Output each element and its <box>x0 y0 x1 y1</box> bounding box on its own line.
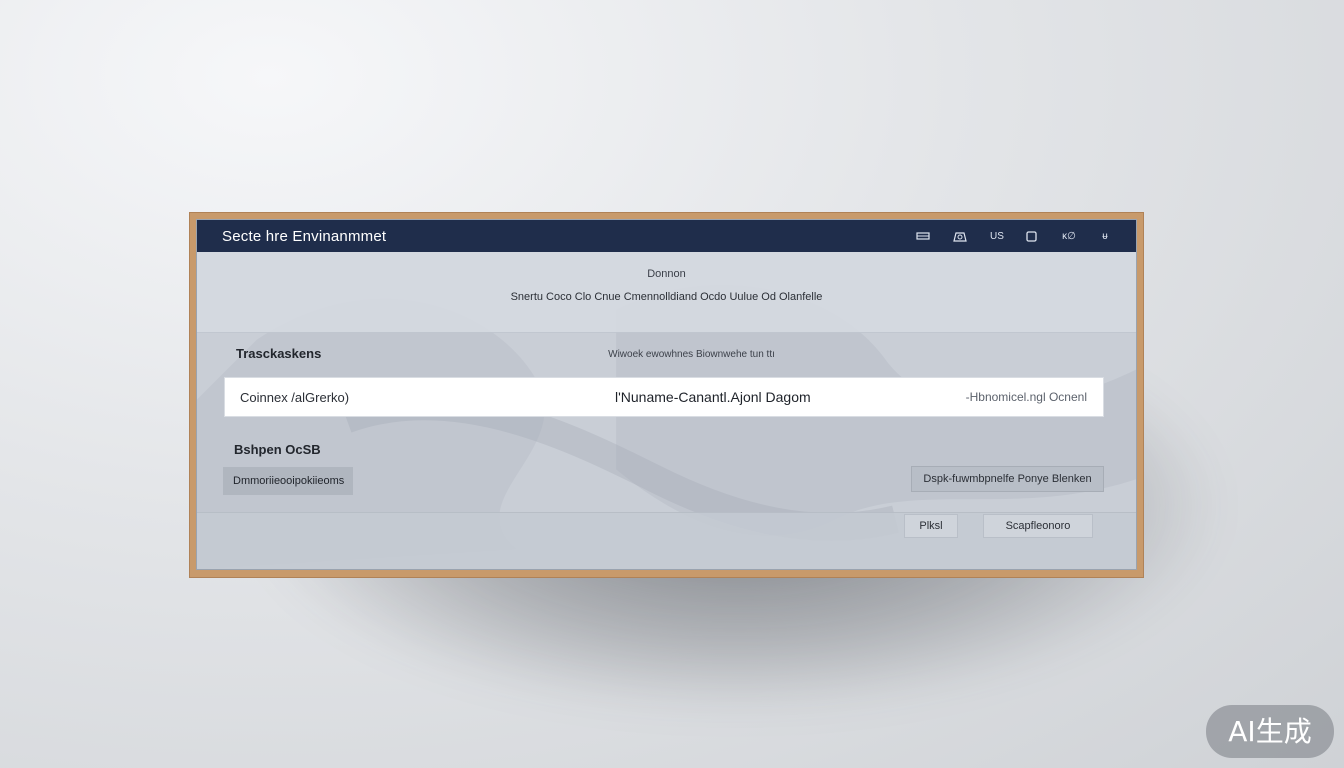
selected-row[interactable]: Coinnex /alGrerko) l'Nuname-Canantl.Ajon… <box>224 377 1104 417</box>
square-icon[interactable] <box>1026 230 1040 242</box>
ok-button[interactable]: Plksl <box>904 514 958 538</box>
cancel-button[interactable]: Scapfleonoro <box>983 514 1093 538</box>
options-field[interactable]: Dmmoriieooipokiieoms <box>223 467 353 495</box>
cloud-icon[interactable] <box>952 231 968 242</box>
window-title: Secte hre Envinanmmet <box>222 227 387 245</box>
close-label[interactable]: ᵾ <box>1098 231 1112 242</box>
options-label: Bshpen OcSB <box>234 442 321 457</box>
options-action-button[interactable]: Dspk-fuwmbpnelfe Ponye Blenken <box>911 466 1104 492</box>
row-right-cell: -Hbnomicel.ngl Ocnenl <box>965 390 1087 404</box>
footer-bar: Plksl Scapfleonoro <box>197 512 1136 569</box>
options-section: Bshpen OcSB Dmmoriieooipokiieoms Dspk-fu… <box>197 417 1136 517</box>
ai-watermark-badge: AI生成 <box>1206 705 1334 758</box>
row-left-cell: Coinnex /alGrerko) <box>240 389 350 405</box>
minimize-icon[interactable] <box>916 231 930 241</box>
header-band: Donnon Snertu Coco Clo Cnue Cmennolldian… <box>197 252 1136 333</box>
header-heading: Donnon <box>647 268 686 280</box>
usb-label[interactable]: US <box>990 231 1004 242</box>
section-description: Wiwoek ewowhnes Biownwehe tun ttı <box>608 349 775 360</box>
dialog-window: Secte hre Envinanmmet US ᴋ∅ ᵾ Donnon Sne… <box>196 219 1137 570</box>
section-row: Trasckaskens Wiwoek ewowhnes Biownwehe t… <box>197 333 1136 377</box>
menu-label[interactable]: ᴋ∅ <box>1062 231 1076 242</box>
row-middle-cell: l'Nuname-Canantl.Ajonl Dagom <box>615 389 811 405</box>
title-bar[interactable]: Secte hre Envinanmmet US ᴋ∅ ᵾ <box>197 220 1136 252</box>
header-subheading: Snertu Coco Clo Cnue Cmennolldiand Ocdo … <box>510 291 823 303</box>
titlebar-controls: US ᴋ∅ ᵾ <box>916 231 1112 242</box>
window-frame: Secte hre Envinanmmet US ᴋ∅ ᵾ Donnon Sne… <box>189 212 1144 578</box>
